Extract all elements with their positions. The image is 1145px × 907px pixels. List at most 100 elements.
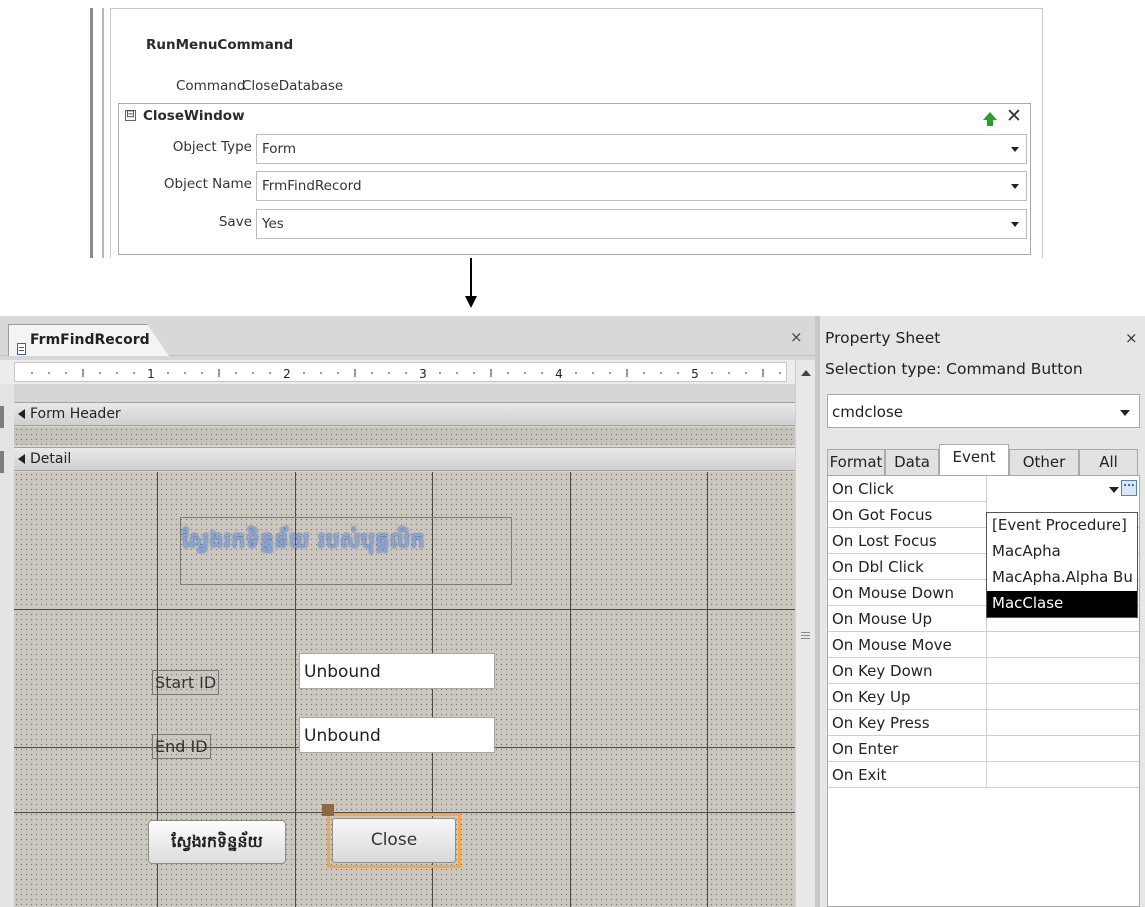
move-up-arrow-icon[interactable] — [983, 112, 997, 126]
macro-left-border-inner — [102, 8, 104, 258]
section-selector[interactable] — [0, 451, 4, 473]
object-type-label: Object Type — [172, 139, 252, 155]
closewindow-action-block[interactable]: ⊟ CloseWindow ✕ Object Type Form Object … — [118, 103, 1031, 255]
object-type-dropdown[interactable]: Form — [256, 134, 1027, 164]
dropdown-option[interactable]: MacApha — [987, 539, 1137, 565]
tab-event[interactable]: Event — [939, 444, 1009, 476]
chevron-down-icon[interactable] — [1109, 487, 1119, 493]
on-click-dropdown-list: [Event Procedure] MacApha MacApha.Alpha … — [986, 512, 1138, 618]
property-name: On Exit — [832, 766, 887, 784]
macro-action-runmenucommand[interactable]: RunMenuCommand — [146, 37, 293, 53]
grid-line — [707, 472, 708, 907]
builder-button[interactable]: ... — [1121, 479, 1137, 496]
property-row[interactable]: On Exit — [828, 762, 1139, 788]
tab-format[interactable]: Format — [827, 449, 885, 476]
dropdown-option[interactable]: [Event Procedure] — [987, 513, 1137, 539]
detail-bar[interactable]: Detail — [14, 447, 795, 471]
form-header-label: Form Header — [30, 406, 121, 422]
tab-slope — [147, 324, 169, 356]
tab-all[interactable]: All — [1079, 449, 1138, 476]
vertical-scrollbar[interactable] — [795, 360, 815, 907]
object-type-value: Form — [262, 141, 297, 157]
scroll-up-icon[interactable] — [801, 370, 811, 376]
tab-data[interactable]: Data — [885, 449, 939, 476]
form-icon — [17, 343, 26, 355]
property-name: On Lost Focus — [832, 532, 937, 550]
collapse-icon[interactable]: ⊟ — [125, 110, 136, 121]
property-name: On Mouse Up — [832, 610, 933, 628]
form-title-label[interactable]: ស្វែងរកទិន្នន័យ របស់បុគ្គលិក — [182, 527, 425, 558]
property-name: On Key Down — [832, 662, 933, 680]
form-header-bar[interactable]: Form Header — [14, 402, 795, 426]
property-name: On Key Up — [832, 688, 911, 706]
object-type-row: Object Type Form — [119, 131, 1030, 164]
arrow-down-icon — [465, 296, 477, 308]
close-icon[interactable]: × — [1125, 329, 1138, 347]
dropdown-option[interactable]: MacApha.Alpha Bu — [987, 565, 1137, 591]
chevron-down-icon[interactable] — [1011, 222, 1019, 227]
object-name-dropdown[interactable]: FrmFindRecord — [256, 171, 1027, 201]
tab-label: FrmFindRecord — [30, 332, 150, 348]
search-data-button[interactable]: ស្វែងរកទិន្នន័យ — [148, 820, 286, 864]
ruler-number: 5 — [691, 367, 699, 381]
close-button[interactable]: Close — [332, 818, 456, 863]
ruler-number: 2 — [283, 367, 291, 381]
command-argument-value[interactable]: CloseDatabase — [242, 78, 343, 94]
ruler-number: 4 — [555, 367, 563, 381]
save-value: Yes — [262, 216, 284, 232]
object-name-label: Object Name — [163, 176, 252, 192]
property-row[interactable]: On Key Press — [828, 710, 1139, 736]
ruler-ticks: 1 2 3 4 5 — [31, 367, 781, 381]
on-click-value-combo[interactable]: ... — [987, 476, 1139, 502]
chevron-down-icon[interactable] — [1011, 184, 1019, 189]
chevron-down-icon[interactable] — [1120, 410, 1130, 416]
object-name-value: FrmFindRecord — [262, 178, 362, 194]
property-row[interactable]: On Enter — [828, 736, 1139, 762]
property-sheet: Property Sheet × Selection type: Command… — [815, 316, 1145, 907]
close-tab-icon[interactable]: × — [790, 328, 803, 346]
start-id-textbox[interactable]: Unbound — [299, 653, 495, 689]
left-gutter — [0, 384, 14, 907]
delete-action-icon[interactable]: ✕ — [1006, 105, 1022, 127]
macro-design-panel: RunMenuCommand Command CloseDatabase ⊟ C… — [90, 8, 1043, 258]
splitter-grip-icon[interactable] — [801, 632, 810, 639]
property-name: On Got Focus — [832, 506, 933, 524]
detail-section-grid[interactable]: ស្វែងរកទិន្នន័យ របស់បុគ្គលិក Start ID Un… — [14, 472, 795, 907]
dropdown-option-selected[interactable]: MacClase — [987, 591, 1137, 617]
property-tabs: Format Data Event Other All — [827, 444, 1140, 476]
grid-line — [14, 609, 795, 610]
property-name: On Click — [832, 480, 894, 498]
move-handle[interactable] — [322, 804, 334, 816]
property-row[interactable]: On Key Up — [828, 684, 1139, 710]
property-sheet-title: Property Sheet — [825, 329, 941, 347]
property-row[interactable]: On Key Down — [828, 658, 1139, 684]
object-name-row: Object Name FrmFindRecord — [119, 168, 1030, 201]
closewindow-header: ⊟ CloseWindow ✕ — [119, 104, 1030, 130]
property-row-on-click[interactable]: On Click ... — [828, 476, 1139, 502]
end-id-label[interactable]: End ID — [152, 734, 211, 759]
save-dropdown[interactable]: Yes — [256, 209, 1027, 239]
form-header-section[interactable] — [14, 427, 795, 445]
property-name: On Dbl Click — [832, 558, 924, 576]
control-selector-dropdown[interactable]: cmdclose — [827, 394, 1140, 428]
ruler-number: 1 — [147, 367, 155, 381]
end-id-textbox[interactable]: Unbound — [299, 717, 495, 753]
selection-type: Selection type: Command Button — [825, 360, 1083, 378]
section-arrow-icon — [18, 409, 25, 419]
section-selector[interactable] — [0, 406, 4, 428]
chevron-down-icon[interactable] — [1011, 147, 1019, 152]
document-tab-bar: FrmFindRecord × — [0, 316, 815, 356]
start-id-label[interactable]: Start ID — [152, 670, 220, 695]
ruler-row: 1 2 3 4 5 — [0, 360, 815, 384]
save-row: Save Yes — [119, 206, 1030, 239]
property-row[interactable]: On Mouse Move — [828, 632, 1139, 658]
macro-left-border — [90, 8, 93, 258]
detail-label: Detail — [30, 451, 72, 467]
horizontal-ruler: 1 2 3 4 5 — [14, 362, 787, 382]
property-name: On Mouse Down — [832, 584, 955, 602]
property-name: On Enter — [832, 740, 899, 758]
grid-line — [570, 472, 571, 907]
form-designer: FrmFindRecord × 1 2 3 4 5 Form Header Detail… — [0, 316, 815, 907]
tab-other[interactable]: Other — [1009, 449, 1079, 476]
ruler-number: 3 — [419, 367, 427, 381]
